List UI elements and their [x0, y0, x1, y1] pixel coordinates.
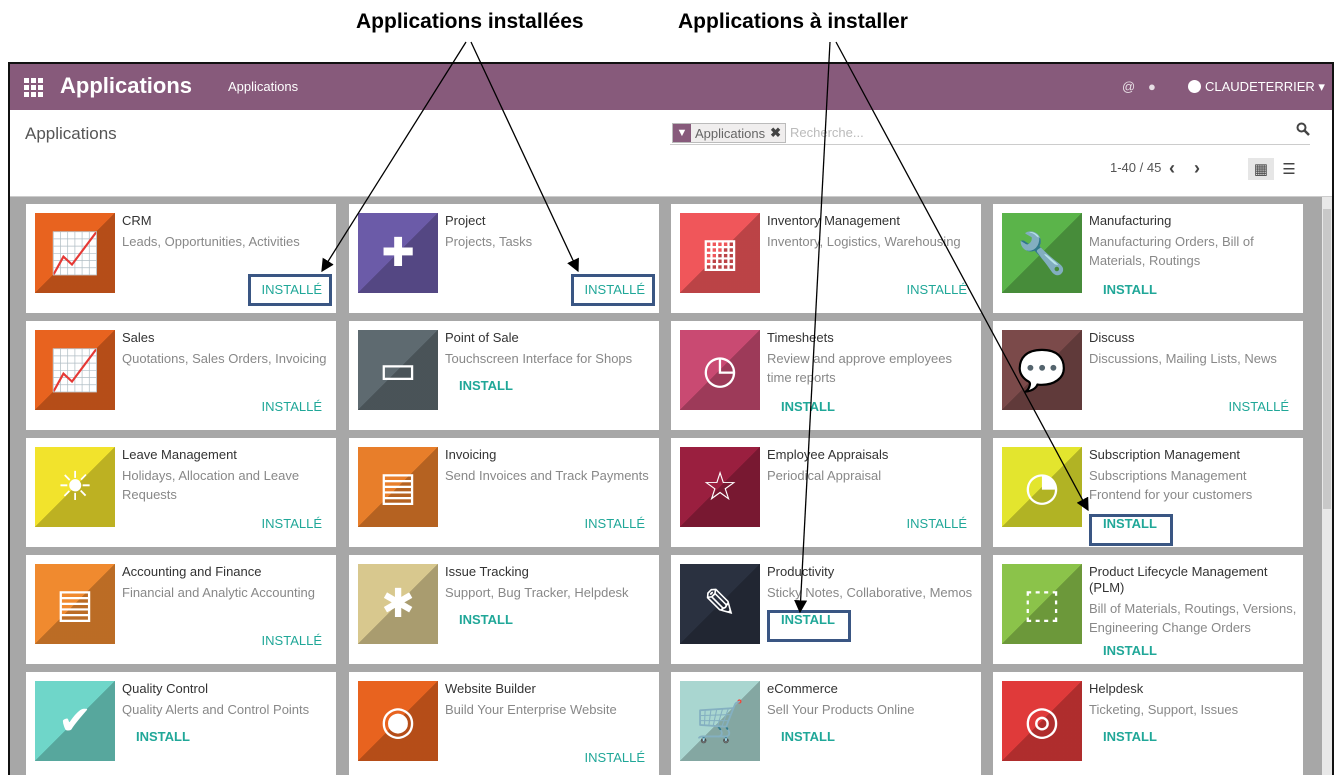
annotation-arrows [321, 41, 1089, 614]
